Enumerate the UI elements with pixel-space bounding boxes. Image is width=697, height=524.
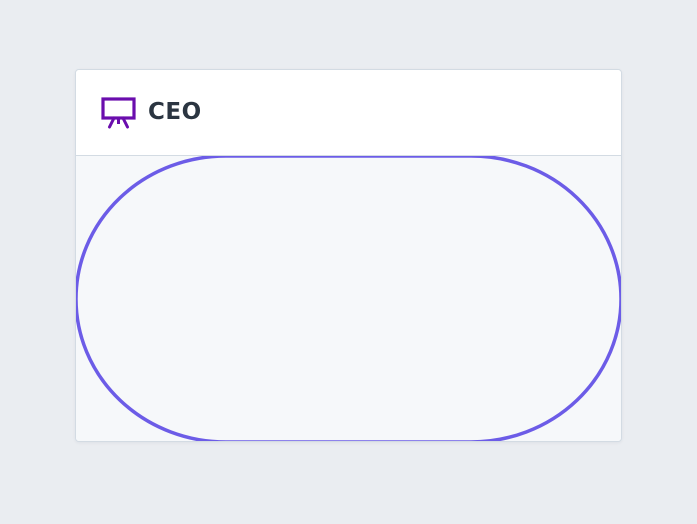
stadium-shape (76, 156, 621, 441)
node-title: CEO (148, 99, 202, 125)
node-card-body (76, 156, 621, 441)
node-card-header: CEO (76, 70, 621, 156)
node-card[interactable]: CEO (75, 69, 622, 442)
presentation-board-icon (101, 97, 136, 129)
